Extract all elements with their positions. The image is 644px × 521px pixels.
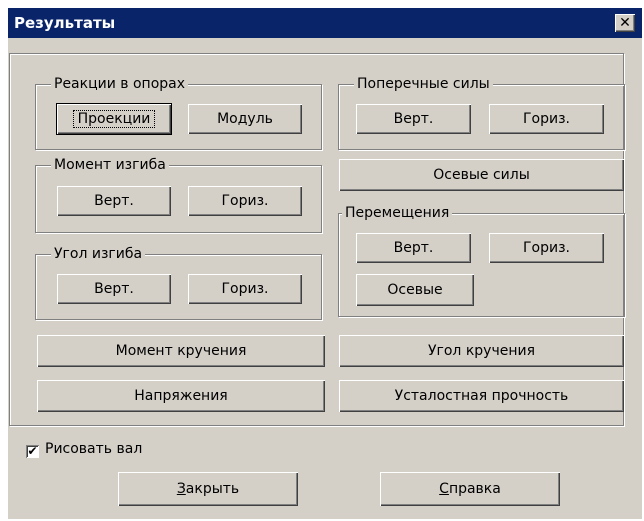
fatigue-strength-button[interactable]: Усталостная прочность: [339, 380, 624, 412]
torsion-angle-button[interactable]: Угол кручения: [339, 335, 624, 367]
projections-button-label: Проекции: [72, 110, 156, 128]
displacements-vert-button[interactable]: Верт.: [356, 233, 471, 263]
bending-angle-vert-button[interactable]: Верт.: [57, 274, 171, 304]
group-shear-forces-label: Поперечные силы: [354, 75, 493, 93]
help-button-label: правка: [448, 481, 501, 497]
displacements-horiz-button[interactable]: Гориз.: [489, 233, 604, 263]
group-support-reactions-label: Реакции в опорах: [51, 75, 189, 93]
title-bar[interactable]: Результаты ✕: [8, 8, 642, 38]
help-button[interactable]: Справка: [380, 472, 560, 506]
torque-moment-button[interactable]: Момент кручения: [37, 335, 325, 367]
group-displacements-label: Перемещения: [342, 204, 453, 222]
close-hotkey: З: [176, 481, 186, 497]
bending-angle-horiz-button[interactable]: Гориз.: [188, 274, 302, 304]
help-hotkey: С: [439, 481, 449, 497]
group-bending-angle-label: Угол изгиба: [51, 245, 146, 263]
bending-moment-vert-button[interactable]: Верт.: [57, 186, 171, 216]
draw-shaft-checkbox[interactable]: ✔ Рисовать вал: [26, 440, 142, 458]
module-button[interactable]: Модуль: [188, 104, 302, 134]
projections-button[interactable]: Проекции: [56, 103, 172, 135]
axial-forces-button[interactable]: Осевые силы: [339, 159, 624, 191]
window-title: Результаты: [14, 14, 116, 32]
shear-forces-vert-button[interactable]: Верт.: [356, 104, 471, 134]
draw-shaft-label: Рисовать вал: [45, 441, 143, 457]
close-icon[interactable]: ✕: [615, 14, 635, 32]
group-bending-moment-label: Момент изгиба: [51, 156, 169, 174]
close-button[interactable]: Закрыть: [118, 472, 298, 506]
displacements-axial-button[interactable]: Осевые: [356, 274, 474, 306]
shear-forces-horiz-button[interactable]: Гориз.: [489, 104, 604, 134]
checkbox-check-icon[interactable]: ✔: [26, 445, 39, 458]
close-button-label: акрыть: [185, 481, 240, 497]
stresses-button[interactable]: Напряжения: [37, 380, 325, 412]
bending-moment-horiz-button[interactable]: Гориз.: [188, 186, 302, 216]
